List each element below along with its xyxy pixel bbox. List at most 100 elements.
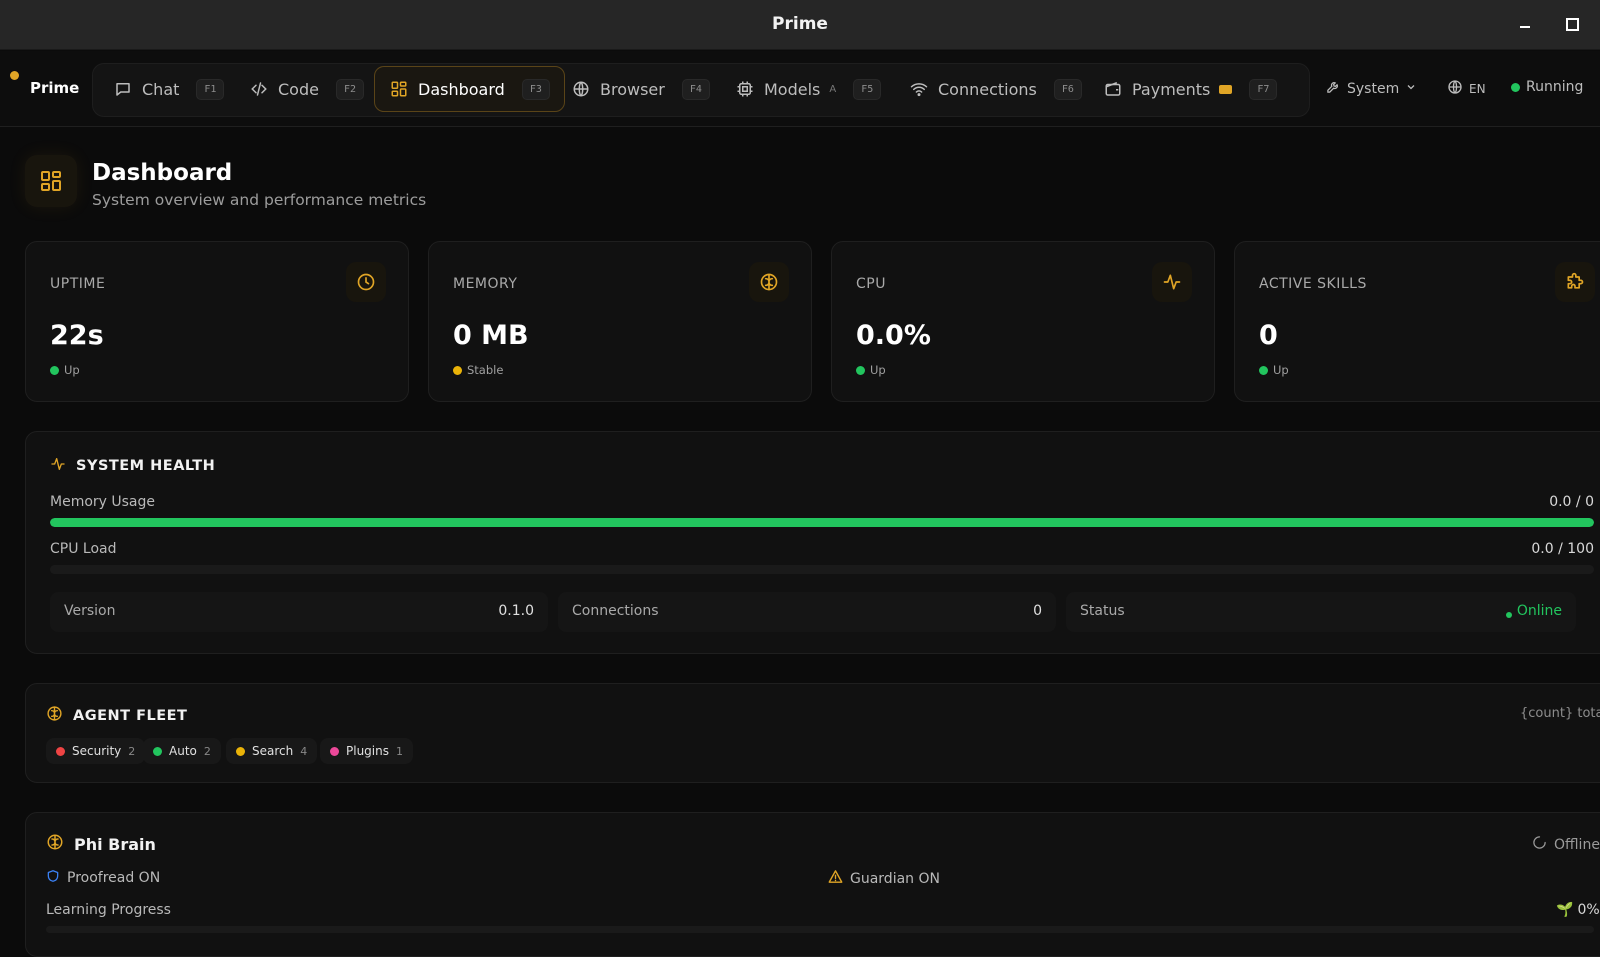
fleet-chip-plugins[interactable]: Plugins 1: [320, 738, 413, 764]
shortcut-badge: F5: [853, 78, 882, 100]
section-title: AGENT FLEET: [46, 705, 187, 726]
chip-dot: [56, 746, 65, 756]
tab-browser[interactable]: Browser F4: [557, 66, 724, 112]
brain-icon: [46, 833, 64, 855]
info-status-value: Online: [1505, 603, 1562, 619]
tab-label: Dashboard: [418, 79, 505, 99]
info-status: Status Online: [1066, 592, 1576, 632]
tab-code[interactable]: Code F2: [235, 66, 378, 112]
chip-dot: [236, 746, 245, 756]
card-icon: [1219, 84, 1233, 94]
system-health-panel: SYSTEM HEALTH Memory Usage 0.0 / 0 CPU L…: [25, 431, 1600, 654]
brain-icon: [46, 705, 63, 726]
learning-value-text: 0%: [1577, 902, 1600, 918]
fleet-chip-auto[interactable]: Auto 2: [143, 738, 221, 764]
status-dot: [1259, 365, 1268, 375]
status-text: Up: [1273, 363, 1289, 377]
maximize-button[interactable]: [1564, 16, 1579, 31]
tab-connections[interactable]: Connections F6: [895, 66, 1096, 112]
section-title: Phi Brain: [46, 833, 156, 855]
status-text: Stable: [467, 363, 504, 377]
phi-brain-panel: Phi Brain Offline Proofread ON Guardian …: [25, 812, 1600, 957]
brand-status-dot: [10, 71, 19, 80]
tab-label: Models: [764, 79, 821, 99]
window-title: Prime: [772, 14, 828, 34]
page-subtitle: System overview and performance metrics: [92, 191, 427, 209]
globe-icon: [571, 79, 591, 99]
tab-dashboard[interactable]: Dashboard F3: [374, 66, 565, 112]
tab-models[interactable]: Models A F5: [721, 66, 895, 112]
code-icon: [249, 79, 269, 99]
stat-status: Up: [1259, 363, 1289, 377]
status-dot: [453, 365, 462, 375]
guardian-text: Guardian ON: [850, 870, 940, 887]
fleet-chip-search[interactable]: Search 4: [226, 738, 318, 764]
activity-icon: [50, 456, 66, 476]
shortcut-badge: F7: [1249, 78, 1278, 100]
stat-status: Stable: [453, 363, 503, 377]
proofread-text: Proofread ON: [67, 870, 161, 886]
warning-icon: [828, 869, 843, 888]
chat-icon: [113, 79, 133, 99]
shortcut-badge: F6: [1053, 78, 1082, 100]
stat-value: 0.0%: [856, 320, 931, 351]
running-status: Running: [1511, 79, 1583, 95]
wrench-icon: [1326, 79, 1341, 98]
shield-icon: [46, 869, 60, 887]
memory-usage-label: Memory Usage: [50, 494, 156, 510]
stat-value: 0 MB: [453, 320, 529, 351]
stat-status: Up: [50, 363, 80, 377]
chip-dot: [153, 746, 162, 756]
memory-usage-value: 0.0 / 0: [1549, 494, 1594, 510]
info-connections: Connections 0: [558, 592, 1056, 632]
puzzle-icon: [1555, 262, 1595, 302]
page-icon: [25, 155, 77, 207]
nav-bar: Prime Chat F1 Code F2 Dashboard F3 Brows…: [0, 51, 1600, 127]
status-dot: [856, 365, 865, 375]
stat-card-cpu: CPU 0.0% Up: [831, 241, 1215, 402]
cpu-load-label: CPU Load: [50, 541, 117, 557]
stat-card-active-skills: ACTIVE SKILLS 0 Up: [1234, 241, 1600, 402]
wallet-icon: [1103, 79, 1123, 99]
title-bar: Prime: [0, 0, 1600, 50]
brand-logo[interactable]: Prime: [30, 79, 79, 97]
status-text: Up: [64, 363, 80, 377]
info-key: Version: [64, 603, 116, 619]
learning-progress-label: Learning Progress: [46, 902, 171, 918]
loading-icon: [1532, 835, 1547, 854]
agent-fleet-panel: AGENT FLEET {count} total Security 2 Aut…: [25, 683, 1600, 783]
online-text: Online: [1516, 603, 1562, 619]
tab-payments[interactable]: Payments F7: [1089, 66, 1291, 112]
stat-label: CPU: [856, 276, 886, 292]
brain-status: Offline: [1532, 835, 1600, 854]
tab-sub-label: A: [829, 83, 837, 95]
tab-label: Code: [278, 79, 319, 99]
memory-usage-bar: [50, 518, 1594, 527]
cpu-load-value: 0.0 / 100: [1531, 541, 1594, 557]
stat-card-memory: MEMORY 0 MB Stable: [428, 241, 812, 402]
status-dot: [50, 365, 59, 375]
fleet-total: {count} total: [1520, 706, 1600, 721]
info-value: 0.1.0: [498, 603, 534, 619]
chip-label: Security: [72, 744, 122, 758]
online-dot: [1505, 612, 1512, 618]
stat-value: 0: [1259, 320, 1278, 351]
chip-dot: [330, 746, 339, 756]
chip-label: Plugins: [346, 744, 389, 758]
wifi-icon: [909, 79, 929, 99]
minimize-button[interactable]: [1518, 16, 1532, 30]
dashboard-icon: [389, 79, 409, 99]
tab-chat[interactable]: Chat F1: [99, 66, 238, 112]
guardian-flag: Guardian ON: [828, 869, 940, 888]
status-text: Up: [870, 363, 886, 377]
system-label: System: [1347, 80, 1400, 97]
chip-label: Auto: [169, 744, 197, 758]
shortcut-badge: F1: [196, 78, 225, 100]
language-selector[interactable]: EN: [1447, 79, 1486, 98]
learning-progress-value: 🌱 0%: [1556, 902, 1600, 918]
clock-icon: [346, 262, 386, 302]
fleet-chip-security[interactable]: Security 2: [46, 738, 146, 764]
system-menu[interactable]: System: [1326, 79, 1417, 98]
language-label: EN: [1469, 81, 1486, 96]
shortcut-badge: F2: [335, 78, 365, 100]
